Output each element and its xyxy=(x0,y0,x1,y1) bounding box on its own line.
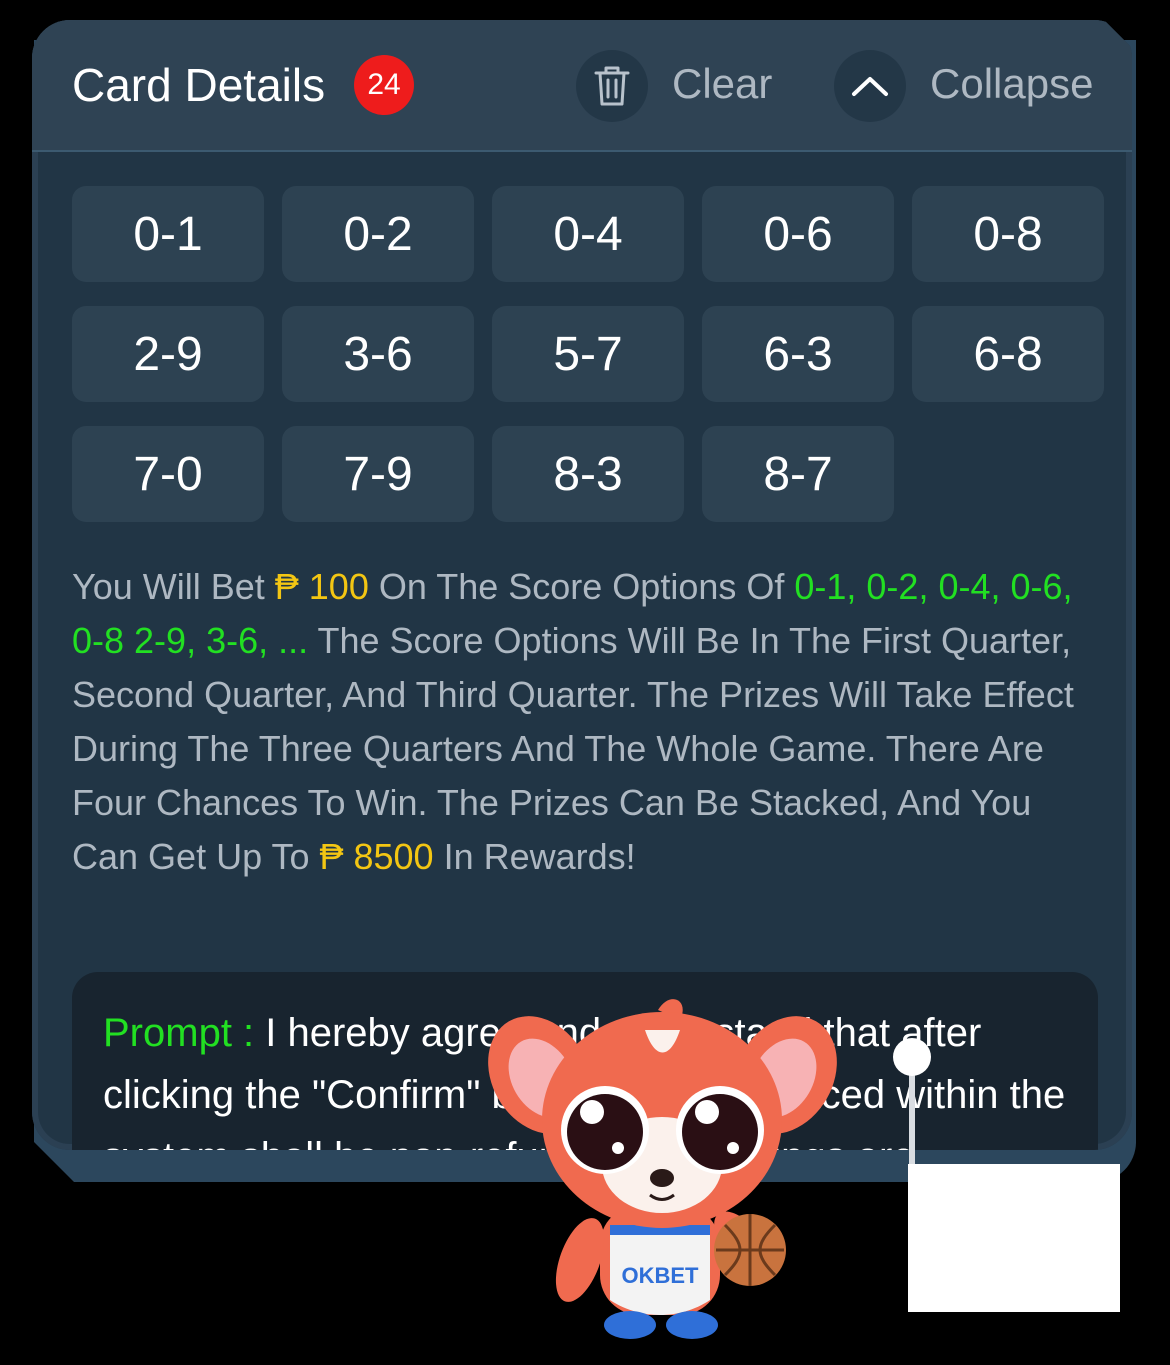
collapse-button[interactable] xyxy=(834,50,906,122)
mascot-character[interactable]: OKBET xyxy=(480,990,840,1350)
score-chip[interactable]: 8-7 xyxy=(702,426,894,522)
max-reward: ₱ 8500 xyxy=(319,836,434,877)
card-details-panel: Card Details 24 Clear Collapse 0-1 0-2 0… xyxy=(32,20,1132,1150)
score-chip[interactable]: 6-3 xyxy=(702,306,894,402)
score-chip[interactable]: 0-4 xyxy=(492,186,684,282)
count-badge: 24 xyxy=(354,55,414,115)
blank-area xyxy=(908,1164,1120,1312)
score-chip[interactable]: 5-7 xyxy=(492,306,684,402)
score-chip[interactable]: 8-3 xyxy=(492,426,684,522)
jersey-logo: OKBET xyxy=(622,1263,700,1288)
trash-icon xyxy=(592,64,632,108)
score-chip[interactable]: 0-6 xyxy=(702,186,894,282)
clear-label[interactable]: Clear xyxy=(672,60,772,108)
bet-amount: ₱ 100 xyxy=(274,566,369,607)
score-chip[interactable]: 7-0 xyxy=(72,426,264,522)
score-chip[interactable]: 6-8 xyxy=(912,306,1104,402)
bet-description: You Will Bet ₱ 100 On The Score Options … xyxy=(72,560,1102,884)
score-chip[interactable]: 0-2 xyxy=(282,186,474,282)
prompt-label: Prompt : xyxy=(103,1011,266,1055)
collapse-label[interactable]: Collapse xyxy=(930,60,1093,108)
score-chip[interactable]: 3-6 xyxy=(282,306,474,402)
panel-title: Card Details xyxy=(72,59,326,111)
scroll-handle[interactable] xyxy=(893,1038,931,1076)
desc-text: In Rewards! xyxy=(433,836,636,877)
score-chip[interactable]: 7-9 xyxy=(282,426,474,522)
panel-header: Card Details 24 Clear Collapse xyxy=(32,20,1132,152)
score-chip[interactable]: 0-8 xyxy=(912,186,1104,282)
score-chip[interactable]: 2-9 xyxy=(72,306,264,402)
chevron-up-icon xyxy=(850,74,890,98)
desc-text: On The Score Options Of xyxy=(368,566,795,607)
clear-button[interactable] xyxy=(576,50,648,122)
score-chip[interactable]: 0-1 xyxy=(72,186,264,282)
desc-text: You Will Bet xyxy=(72,566,275,607)
